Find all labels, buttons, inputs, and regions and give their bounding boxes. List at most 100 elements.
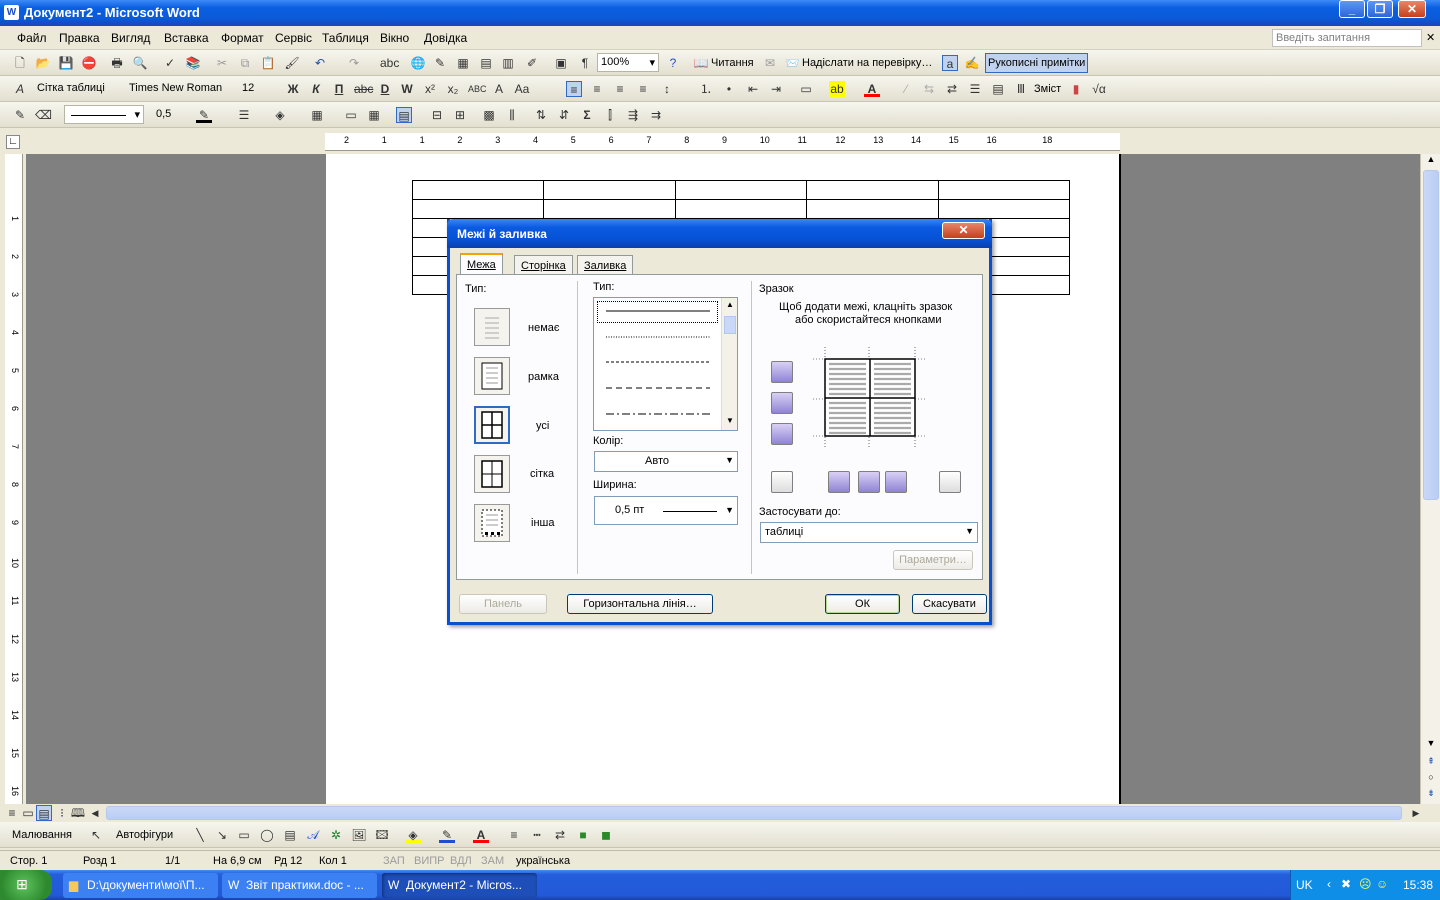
spelling-icon[interactable]: ✓ <box>162 55 178 71</box>
merge-cells-icon[interactable]: ▭ <box>343 107 359 123</box>
drawing-icon[interactable]: ✐ <box>524 55 540 71</box>
styles-icon[interactable]: A <box>12 81 28 97</box>
setting-all-label[interactable]: усі <box>536 420 549 432</box>
diagonal-down-button[interactable] <box>939 471 961 493</box>
word-app-icon[interactable]: W <box>4 5 19 20</box>
color-select[interactable]: Авто ▼ <box>594 451 738 472</box>
next-page-icon[interactable]: ⇟ <box>1424 788 1438 802</box>
setting-box-label[interactable]: рамка <box>528 371 559 383</box>
setting-box-icon[interactable] <box>474 357 510 395</box>
send-for-review-button[interactable]: Надіслати на перевірку… <box>802 57 932 69</box>
table-cell[interactable] <box>674 199 808 219</box>
insert-table-2-icon[interactable]: ▦ <box>309 107 325 123</box>
draw-table-icon[interactable]: ✎ <box>12 107 28 123</box>
cancel-button[interactable]: Скасувати <box>912 594 987 614</box>
line-style-combo[interactable]: ▾ <box>64 105 144 124</box>
line-style-list[interactable]: ▲ ▼ <box>593 297 738 431</box>
options-button[interactable]: Параметри… <box>893 550 973 570</box>
tabs-icon[interactable]: ☰ <box>967 81 983 97</box>
word-underline-icon[interactable]: W <box>399 81 415 97</box>
scroll-right-icon[interactable]: ▶ <box>1408 805 1424 821</box>
left-border-button[interactable] <box>828 471 850 493</box>
attach-icon[interactable]: ✉ <box>762 55 778 71</box>
browse-object-icon[interactable]: ○ <box>1424 772 1438 786</box>
borders-icon[interactable]: ▭ <box>798 81 814 97</box>
setting-grid-label[interactable]: сітка <box>530 468 554 480</box>
normal-view-icon[interactable]: ≡ <box>4 805 20 821</box>
line-style-icon[interactable]: ≡ <box>506 827 522 843</box>
undo-icon[interactable]: ↶ <box>312 55 328 71</box>
bold-icon[interactable]: Ж <box>285 81 301 97</box>
distribute-rows-icon[interactable]: ⊟ <box>429 107 445 123</box>
vertical-scrollbar[interactable]: ▲ ▼ ⇞ ○ ⇟ <box>1420 154 1440 804</box>
table-row[interactable] <box>411 180 1071 200</box>
fill-color-icon[interactable]: ◈ <box>405 827 421 843</box>
font-size-combo[interactable]: 12 <box>238 79 274 98</box>
help-icon[interactable]: ? <box>665 55 681 71</box>
top-border-button[interactable] <box>771 361 793 383</box>
columns-icon[interactable]: ▥ <box>500 55 516 71</box>
print-view-icon[interactable]: ▤ <box>36 805 52 821</box>
autoshapes-button[interactable]: Автофігури <box>116 829 173 841</box>
permission-icon[interactable]: ⛔ <box>81 55 97 71</box>
select-objects-icon[interactable]: ↖ <box>88 827 104 843</box>
oval-tool-icon[interactable]: ◯ <box>259 827 275 843</box>
table-cell[interactable] <box>937 199 1071 219</box>
save-icon[interactable]: 💾 <box>58 55 74 71</box>
dialog-title-bar[interactable]: Межі й заливка ✕ <box>447 219 992 248</box>
underline-icon[interactable]: П <box>331 81 347 97</box>
setting-none-icon[interactable] <box>474 308 510 346</box>
menu-insert[interactable]: Вставка <box>164 31 209 45</box>
menu-edit[interactable]: Правка <box>59 31 100 45</box>
reading-view-icon[interactable]: 🕮 <box>70 805 86 821</box>
eraser-icon[interactable]: ⌫ <box>35 107 52 123</box>
zoom-combo[interactable]: 100% ▾ <box>597 53 659 72</box>
direction-icon[interactable]: ⇆ <box>921 81 937 97</box>
table-cell[interactable] <box>806 180 939 200</box>
table-cell[interactable] <box>543 199 676 219</box>
shadow-icon[interactable]: ■ <box>575 827 591 843</box>
scroll-left-icon[interactable]: ◀ <box>87 805 103 821</box>
setting-custom-icon[interactable] <box>474 504 510 542</box>
clock[interactable]: 15:38 <box>1403 878 1433 892</box>
web-view-icon[interactable]: ▭ <box>20 805 36 821</box>
paste-icon[interactable]: 📋 <box>260 55 276 71</box>
ink-annotation-icon[interactable]: a <box>942 55 958 71</box>
width-select[interactable]: 0,5 пт ▼ <box>594 496 738 525</box>
table-cell[interactable] <box>411 180 545 200</box>
hscroll-thumb[interactable] <box>106 806 1402 820</box>
status-extend[interactable]: ВДЛ <box>450 855 472 867</box>
ok-button[interactable]: ОК <box>825 594 900 614</box>
align-cell-icon[interactable]: ▤ <box>396 107 412 123</box>
table-cell[interactable] <box>674 180 808 200</box>
toc-button[interactable]: Зміст <box>1034 83 1061 95</box>
setting-grid-icon[interactable] <box>474 455 510 493</box>
inside-vertical-button[interactable] <box>858 471 880 493</box>
sum-icon[interactable]: ⁄ <box>898 81 914 97</box>
new-document-icon[interactable]: 🗋 <box>12 55 28 71</box>
diagonal-up-button[interactable] <box>771 471 793 493</box>
messenger-icon[interactable]: ☹ <box>1359 877 1372 891</box>
arrow-style-icon[interactable]: ⇄ <box>552 827 568 843</box>
subscript-icon[interactable]: x₂ <box>445 81 461 97</box>
diagram-icon[interactable]: ✲ <box>328 827 344 843</box>
font-color-2-icon[interactable]: A <box>473 827 489 843</box>
border-preview[interactable] <box>813 347 927 447</box>
taskbar-explorer[interactable]: ▆ D:\документи\мої\П... <box>63 873 218 898</box>
show-hide-icon[interactable]: ¶ <box>577 55 593 71</box>
vertical-ruler[interactable]: 1234567891011121314151617 <box>5 154 23 834</box>
apply-to-select[interactable]: таблиці ▼ <box>760 522 978 543</box>
strikethrough-icon[interactable]: abc <box>354 81 373 97</box>
table-cell[interactable] <box>411 199 545 219</box>
ask-question-input[interactable]: Введіть запитання <box>1272 29 1422 47</box>
menu-help[interactable]: Довідка <box>424 31 467 45</box>
heading-icon[interactable]: Ⅲ <box>1013 81 1029 97</box>
numbering-icon[interactable]: ⒈ <box>698 81 714 97</box>
status-overwrite[interactable]: ЗАМ <box>481 855 504 867</box>
text-direction-icon[interactable]: ⫼ <box>504 107 520 123</box>
previous-page-icon[interactable]: ⇞ <box>1424 756 1438 770</box>
menu-tools[interactable]: Сервіс <box>275 31 312 45</box>
dash-style-icon[interactable]: ┅ <box>529 827 545 843</box>
italic-icon[interactable]: К <box>308 81 324 97</box>
maximize-button[interactable]: ❐ <box>1367 0 1393 18</box>
